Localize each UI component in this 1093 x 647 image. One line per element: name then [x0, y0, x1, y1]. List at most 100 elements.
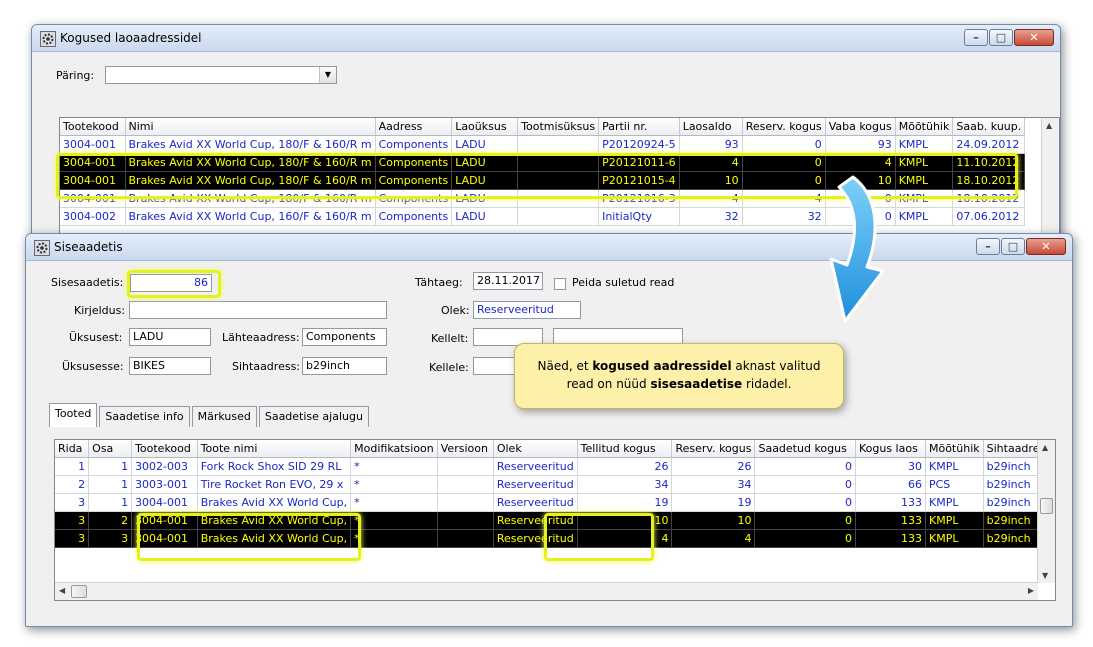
siseaadetis-header-8[interactable]: Reserv. kogus — [671, 440, 756, 458]
kogused-vertical-scrollbar[interactable]: ▲ — [1041, 118, 1059, 237]
kogused-header-4[interactable]: Tootmisüksus — [517, 118, 600, 136]
kogused-header-2[interactable]: Aadress — [375, 118, 453, 136]
siseaadetis-window: Siseaadetis – □ ✕ Sisesaadetis: 86 Kirje… — [25, 233, 1073, 627]
siseaadetis-cell: Tire Rocket Ron EVO, 29 x — [197, 475, 352, 494]
siseaadetis-cell — [437, 493, 494, 512]
kogused-cell: P20121011-6 — [598, 153, 680, 172]
scroll-right-icon[interactable]: ▶ — [1028, 586, 1034, 595]
siseaadetis-cell: 1 — [88, 457, 133, 476]
tab-tooted[interactable]: Tooted — [49, 403, 98, 427]
kogused-header-5[interactable]: Partii nr. — [598, 118, 680, 136]
maximize-button[interactable]: □ — [1001, 238, 1025, 255]
kogused-header-7[interactable]: Reserv. kogus — [742, 118, 826, 136]
siseaadetis-cell: 34 — [671, 475, 756, 494]
kogused-cell: Brakes Avid XX World Cup, 160/F & 160/R … — [125, 207, 376, 226]
kogused-grid[interactable]: Tootekood Nimi Aadress Laoüksus Tootmisüksus… — [59, 117, 1060, 237]
sihtaadress-field[interactable]: b29inch — [302, 357, 387, 375]
callout-text-1: Näed, et — [537, 359, 593, 373]
grid-vertical-scrollbar[interactable]: ▲ ▼ — [1037, 440, 1055, 583]
kogused-header-0[interactable]: Tootekood — [60, 118, 126, 136]
kogused-header-1[interactable]: Nimi — [125, 118, 376, 136]
kogused-cell: Brakes Avid XX World Cup, 180/F & 160/R … — [125, 189, 376, 208]
table-row[interactable]: 3004-001 Brakes Avid XX World Cup, 180/F … — [60, 135, 1026, 154]
siseaadetis-header-10[interactable]: Kogus laos — [855, 440, 926, 458]
tab-saadetise-ajalugu[interactable]: Saadetise ajalugu — [258, 406, 369, 427]
kirjeldus-field[interactable] — [129, 301, 387, 319]
siseaadetis-header-5[interactable]: Versioon — [437, 440, 494, 458]
siseaadetis-cell: Reserveeritud — [493, 475, 578, 494]
table-row[interactable]: 1 1 3002-003 Fork Rock Shox SID 29 RL * Reser… — [55, 457, 1055, 476]
siseaadetis-titlebar[interactable]: Siseaadetis – □ ✕ — [26, 234, 1072, 261]
query-combobox[interactable]: ▼ — [105, 66, 337, 84]
kogused-cell: InitialQty — [598, 207, 680, 226]
scroll-left-icon[interactable]: ◀ — [59, 586, 65, 595]
table-row[interactable]: 3 3 3004-001 Brakes Avid XX World Cup, * Rese… — [55, 529, 1055, 548]
query-label: Päring: — [56, 69, 95, 82]
close-button[interactable]: ✕ — [1026, 238, 1066, 255]
kogused-cell: 07.06.2012 — [952, 207, 1026, 226]
table-row[interactable]: 3004-001 Brakes Avid XX World Cup, 180/F … — [60, 153, 1026, 172]
kogused-header-8[interactable]: Vaba kogus — [825, 118, 896, 136]
siseaadetis-cell: KMPL — [925, 457, 984, 476]
siseaadetis-header-0[interactable]: Rida — [55, 440, 90, 458]
siseaadetis-cell — [437, 475, 494, 494]
kogused-cell — [517, 171, 600, 190]
kogused-window: Kogused laoaadressidel – □ ✕ Päring: ▼ T… — [31, 24, 1061, 238]
siseaadetis-cell: 0 — [754, 529, 856, 548]
siseaadetis-grid[interactable]: Rida Osa Tootekood Toote nimi Modifikatsioon… — [54, 439, 1056, 601]
peida-checkbox[interactable] — [554, 278, 566, 290]
kogused-header-3[interactable]: Laoüksus — [451, 118, 519, 136]
uksusesse-value: BIKES — [133, 359, 165, 372]
sisesaadetis-value: 86 — [194, 276, 208, 289]
olek-field[interactable]: Reserveeritud — [473, 301, 581, 319]
kirjeldus-label: Kirjeldus: — [74, 304, 126, 317]
maximize-button[interactable]: □ — [989, 29, 1013, 46]
close-icon: ✕ — [1041, 240, 1051, 253]
horizontal-scroll-thumb[interactable] — [71, 585, 87, 598]
kogused-header-6[interactable]: Laosaldo — [679, 118, 743, 136]
kogused-cell: 32 — [679, 207, 743, 226]
minimize-button[interactable]: – — [964, 29, 988, 46]
siseaadetis-header-7[interactable]: Tellitud kogus — [577, 440, 673, 458]
siseaadetis-header-11[interactable]: Mõõtühik — [925, 440, 984, 458]
siseaadetis-header-6[interactable]: Olek — [493, 440, 578, 458]
table-row[interactable]: 3 2 3004-001 Brakes Avid XX World Cup, * Rese… — [55, 511, 1055, 530]
uksusesse-field[interactable]: BIKES — [129, 357, 211, 375]
siseaadetis-header-2[interactable]: Tootekood — [131, 440, 198, 458]
sisesaadetis-label: Sisesaadetis: — [51, 276, 124, 289]
kogused-cell: Components — [375, 153, 453, 172]
siseaadetis-header-1[interactable]: Osa — [88, 440, 133, 458]
kogused-header-9[interactable]: Mõõtühik — [895, 118, 954, 136]
kogused-titlebar[interactable]: Kogused laoaadressidel – □ ✕ — [32, 25, 1060, 52]
kogused-cell: 3004-001 — [60, 153, 126, 172]
maximize-icon: □ — [1007, 240, 1019, 253]
scroll-down-icon[interactable]: ▼ — [1042, 571, 1048, 580]
siseaadetis-cell — [437, 511, 494, 530]
grid-horizontal-scrollbar[interactable]: ◀ ▶ — [55, 582, 1038, 600]
tab-markused[interactable]: Märkused — [191, 406, 257, 427]
siseaadetis-header-3[interactable]: Toote nimi — [197, 440, 352, 458]
siseaadetis-cell: 3004-001 — [131, 493, 198, 512]
siseaadetis-header-9[interactable]: Saadetud kogus — [754, 440, 856, 458]
table-row[interactable]: 3 1 3004-001 Brakes Avid XX World Cup, * Rese… — [55, 493, 1055, 512]
minimize-button[interactable]: – — [976, 238, 1000, 255]
kogused-cell: 4 — [679, 153, 743, 172]
tab-saadetise-info[interactable]: Saadetise info — [99, 406, 190, 427]
tahtaeg-field[interactable]: 28.11.2017 — [473, 272, 543, 290]
kogused-cell: 10 — [679, 171, 743, 190]
kogused-header-10[interactable]: Saab. kuup. — [952, 118, 1026, 136]
scroll-up-icon[interactable]: ▲ — [1046, 121, 1052, 130]
kogused-cell: 3004-002 — [60, 207, 126, 226]
info-callout: Näed, et kogused aadressidel aknast vali… — [514, 343, 844, 409]
scroll-up-icon[interactable]: ▲ — [1042, 443, 1048, 452]
lahteaadress-field[interactable]: Components — [302, 328, 387, 346]
sisesaadetis-field[interactable]: 86 — [130, 274, 212, 292]
uksusest-field[interactable]: LADU — [129, 328, 211, 346]
vertical-scroll-thumb[interactable] — [1040, 498, 1053, 514]
siseaadetis-cell: 3004-001 — [131, 529, 198, 548]
close-button[interactable]: ✕ — [1014, 29, 1054, 46]
siseaadetis-header-4[interactable]: Modifikatsioon — [350, 440, 438, 458]
chevron-down-icon[interactable]: ▼ — [319, 67, 336, 83]
kogused-cell: KMPL — [895, 135, 954, 154]
table-row[interactable]: 2 1 3003-001 Tire Rocket Ron EVO, 29 x * Rese… — [55, 475, 1055, 494]
